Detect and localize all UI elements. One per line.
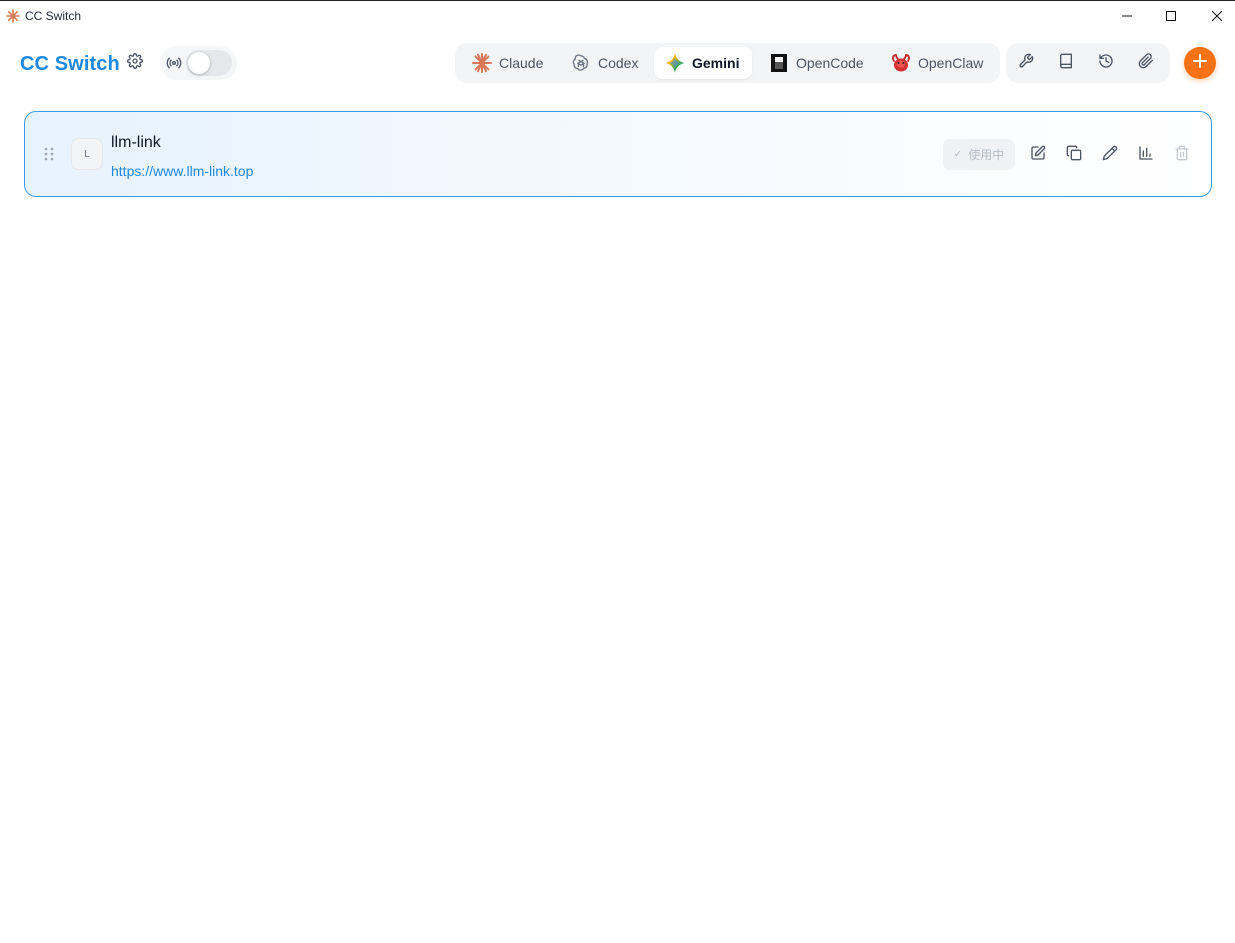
drag-handle-icon[interactable] xyxy=(43,147,55,161)
duplicate-button[interactable] xyxy=(1064,145,1084,165)
proxy-toggle-group xyxy=(160,46,237,80)
maximize-icon xyxy=(1166,11,1176,21)
tab-label: OpenClaw xyxy=(918,55,984,71)
plus-icon xyxy=(1192,53,1208,74)
provider-name: llm-link xyxy=(111,134,161,151)
in-use-button[interactable]: ✓ 使用中 xyxy=(943,139,1015,170)
window-title: CC Switch xyxy=(25,9,82,23)
tab-label: OpenCode xyxy=(796,55,864,71)
trash-icon xyxy=(1174,145,1190,166)
history-button[interactable] xyxy=(1096,53,1116,73)
attachments-button[interactable] xyxy=(1136,52,1156,74)
tab-opencode[interactable]: OpenCode xyxy=(760,47,870,79)
add-provider-button[interactable] xyxy=(1184,47,1216,79)
close-icon xyxy=(1212,11,1222,21)
maximize-button[interactable] xyxy=(1148,1,1194,31)
edit-icon xyxy=(1030,145,1046,166)
gear-icon xyxy=(127,52,143,74)
delete-button[interactable] xyxy=(1172,145,1192,165)
gemini-icon xyxy=(664,52,686,74)
openai-icon xyxy=(570,52,592,74)
minimize-icon xyxy=(1122,11,1132,21)
window-titlebar: CC Switch xyxy=(0,0,1235,30)
proxy-toggle[interactable] xyxy=(186,50,232,76)
tab-gemini[interactable]: Gemini xyxy=(654,47,752,79)
provider-avatar: L xyxy=(71,138,103,170)
book-icon xyxy=(1058,53,1074,74)
tab-openclaw[interactable]: OpenClaw xyxy=(882,47,992,79)
edit-button[interactable] xyxy=(1028,145,1048,165)
usage-stats-button[interactable] xyxy=(1136,145,1156,165)
tab-label: Gemini xyxy=(692,55,740,71)
close-button[interactable] xyxy=(1194,1,1235,31)
openclaw-icon xyxy=(890,52,912,74)
provider-url-link[interactable]: https://www.llm-link.top xyxy=(111,163,253,179)
tab-label: Codex xyxy=(598,55,639,71)
tools-button[interactable] xyxy=(1016,53,1036,73)
app-header: CC Switch Claude Codex Gemini OpenCode O… xyxy=(0,40,1235,86)
wrench-icon xyxy=(1018,53,1034,74)
brand-title[interactable]: CC Switch xyxy=(20,53,120,76)
toggle-knob xyxy=(188,52,210,74)
settings-button[interactable] xyxy=(125,52,145,74)
tab-label: Claude xyxy=(499,55,544,71)
tab-claude[interactable]: Claude xyxy=(467,47,557,79)
copy-icon xyxy=(1066,145,1082,166)
docs-button[interactable] xyxy=(1056,53,1076,73)
toolbar-group xyxy=(1006,43,1170,83)
pen-icon xyxy=(1102,145,1118,166)
in-use-label: 使用中 xyxy=(968,148,1005,162)
claude-icon xyxy=(471,52,493,74)
provider-card[interactable]: L llm-link https://www.llm-link.top ✓ 使用… xyxy=(24,111,1212,197)
chart-icon xyxy=(1138,145,1154,166)
minimize-button[interactable] xyxy=(1104,1,1150,31)
tab-codex[interactable]: Codex xyxy=(568,47,646,79)
configure-button[interactable] xyxy=(1100,145,1120,165)
history-icon xyxy=(1098,53,1114,74)
opencode-icon xyxy=(768,52,790,74)
app-tab-group: Claude Codex Gemini OpenCode OpenClaw xyxy=(455,43,1000,83)
paperclip-icon xyxy=(1138,52,1154,74)
app-logo-icon xyxy=(6,9,20,23)
check-icon: ✓ xyxy=(953,149,963,160)
broadcast-icon xyxy=(166,55,182,71)
